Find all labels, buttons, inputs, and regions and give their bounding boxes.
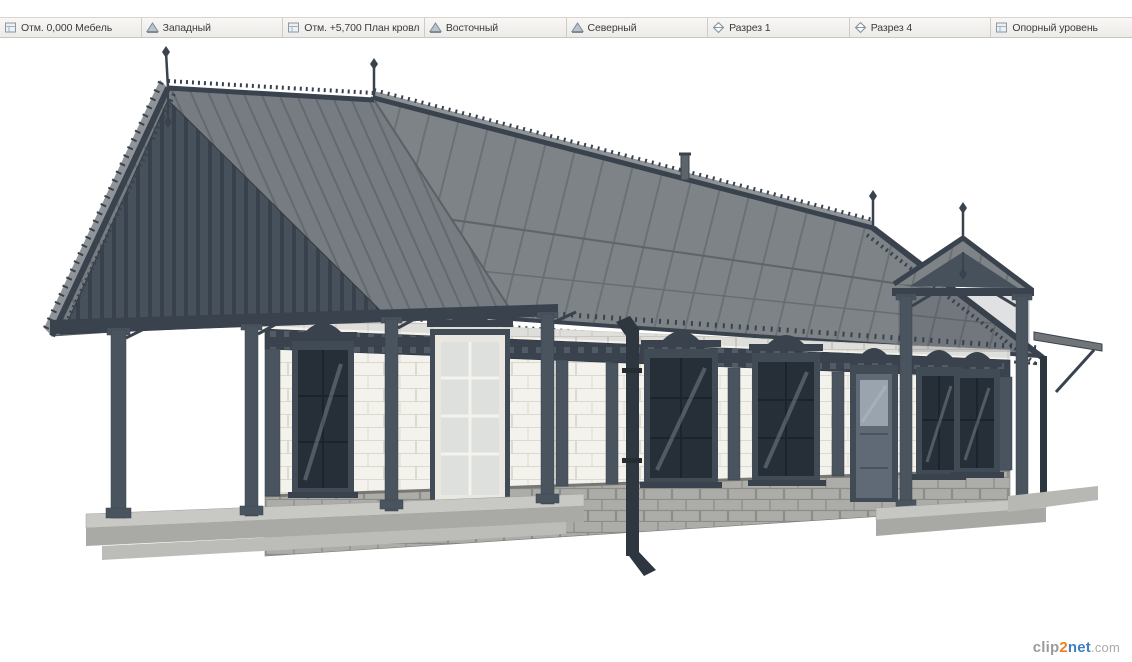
view-tab-label: Северный bbox=[587, 21, 637, 34]
roof-vent bbox=[679, 152, 691, 181]
3d-view-canvas[interactable]: clip2net.com bbox=[0, 38, 1132, 662]
plan-view-icon bbox=[995, 21, 1008, 34]
french-door bbox=[427, 310, 513, 508]
entry-door bbox=[848, 348, 900, 502]
elevation-view-icon bbox=[145, 21, 159, 34]
view-tab-reference-level[interactable]: Опорный уровень bbox=[991, 18, 1132, 37]
elevation-view-icon bbox=[428, 21, 442, 34]
section-view-icon bbox=[854, 21, 867, 34]
downpipe-right bbox=[1040, 356, 1047, 496]
view-tab-roof-plan[interactable]: Отм. +5,700 План кровли bbox=[283, 18, 425, 37]
view-tab-bar: Отм. 0,000 Мебель Западный Отм. +5,700 П… bbox=[0, 17, 1132, 38]
view-tab-label: Опорный уровень bbox=[1012, 21, 1098, 34]
window-1 bbox=[288, 323, 358, 498]
view-tab-plan-furniture[interactable]: Отм. 0,000 Мебель bbox=[0, 18, 142, 37]
elevation-view-icon bbox=[570, 21, 584, 34]
view-tab-label: Отм. 0,000 Мебель bbox=[21, 21, 113, 34]
view-tab-elevation-north[interactable]: Северный bbox=[567, 18, 709, 37]
view-tab-elevation-west[interactable]: Западный bbox=[142, 18, 284, 37]
window-3 bbox=[640, 331, 722, 488]
view-tab-label: Разрез 4 bbox=[870, 21, 913, 34]
view-tab-label: Восточный bbox=[445, 21, 499, 34]
view-tab-section-1[interactable]: Разрез 1 bbox=[708, 18, 850, 37]
plan-view-icon bbox=[4, 21, 17, 34]
view-tab-label: Западный bbox=[162, 21, 211, 34]
view-tab-label: Разрез 1 bbox=[729, 21, 771, 34]
view-tab-section-4[interactable]: Разрез 4 bbox=[850, 18, 992, 37]
window-7 bbox=[950, 352, 1004, 478]
plan-view-icon bbox=[287, 21, 300, 34]
clip2net-watermark: clip2net.com bbox=[1032, 639, 1120, 656]
section-view-icon bbox=[712, 21, 725, 34]
window-4 bbox=[748, 335, 826, 486]
house-3d-render[interactable] bbox=[0, 38, 1132, 662]
view-tab-elevation-east[interactable]: Восточный bbox=[425, 18, 567, 37]
watermark-text: clip bbox=[1032, 639, 1060, 656]
window-top-strip bbox=[0, 0, 1132, 17]
view-tab-label: Отм. +5,700 План кровли bbox=[304, 21, 420, 34]
